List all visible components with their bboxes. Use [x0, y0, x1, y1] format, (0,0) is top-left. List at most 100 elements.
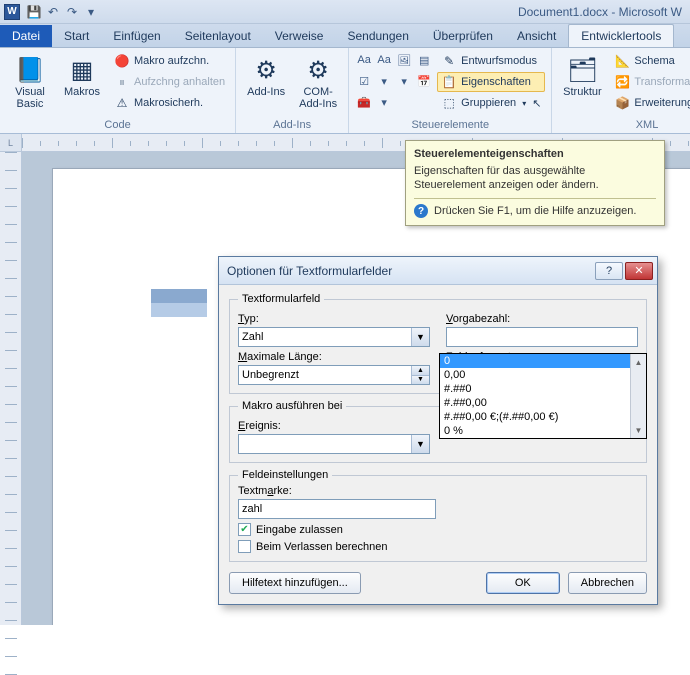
format-dropdown-list[interactable]: 0 0,00 #.##0 #.##0,00 #.##0,00 €;(#.##0,…	[439, 353, 647, 439]
scroll-down-icon[interactable]: ▼	[631, 422, 646, 438]
legend-settings: Feldeinstellungen	[238, 469, 332, 481]
properties-tooltip: Steuerelementeigenschaften Eigenschaften…	[405, 140, 665, 226]
format-option[interactable]: #.##0,00 €;(#.##0,00 €)	[440, 410, 646, 424]
qat-customize-icon[interactable]: ▾	[83, 4, 99, 20]
form-field-selection[interactable]	[151, 289, 207, 317]
calc-on-exit-checkbox[interactable]: Beim Verlassen berechnen	[238, 540, 638, 553]
design-icon: ✎	[441, 53, 457, 69]
tab-review[interactable]: Überprüfen	[421, 25, 505, 47]
format-option[interactable]: 0 %	[440, 424, 646, 438]
dialog-title: Optionen für Textformularfelder	[227, 264, 392, 278]
legend-macro: Makro ausführen bei	[238, 400, 346, 412]
checkbox-icon: ✔	[238, 523, 251, 536]
tab-layout[interactable]: Seitenlayout	[173, 25, 263, 47]
format-option[interactable]: 0,00	[440, 368, 646, 382]
addins-button[interactable]: ⚙ Add-Ins	[242, 51, 290, 101]
dialog-close-button[interactable]: ✕	[625, 262, 653, 280]
spinner-down-icon[interactable]: ▼	[411, 376, 429, 385]
group-label-addins: Add-Ins	[242, 118, 342, 132]
design-mode-button[interactable]: ✎Entwurfsmodus	[437, 51, 545, 71]
tab-view[interactable]: Ansicht	[505, 25, 568, 47]
addins-icon: ⚙	[250, 54, 282, 86]
dialog-help-button[interactable]: ?	[595, 262, 623, 280]
visual-basic-icon: 📘	[14, 54, 46, 86]
tab-selector[interactable]: L	[0, 134, 22, 152]
visual-basic-button[interactable]: 📘 Visual Basic	[6, 51, 54, 113]
schema-button[interactable]: 📐Schema	[610, 51, 690, 71]
tooltip-body: Eigenschaften für das ausgewählte Steuer…	[414, 164, 656, 192]
expansion-packs-button[interactable]: 📦Erweiterungspakete	[610, 93, 690, 113]
window-title: Document1.docx - Microsoft W	[518, 5, 686, 19]
dialog-titlebar[interactable]: Optionen für Textformularfelder ? ✕	[219, 257, 657, 285]
type-label: Typ:	[238, 313, 430, 325]
picture-control-icon[interactable]: 🖼	[395, 51, 413, 69]
record-macro-button[interactable]: 🔴Makro aufzchn.	[110, 51, 229, 71]
tab-file[interactable]: Datei	[0, 25, 52, 47]
dropdown-control-icon[interactable]: ▾	[395, 72, 413, 90]
group-code: 📘 Visual Basic ▦ Makros 🔴Makro aufzchn. …	[0, 48, 236, 133]
tab-mailings[interactable]: Sendungen	[335, 25, 420, 47]
tooltip-title: Steuerelementeigenschaften	[414, 148, 656, 160]
properties-button[interactable]: 📋Eigenschaften	[437, 72, 545, 92]
combobox-control-icon[interactable]: ▾	[375, 72, 393, 90]
tab-start[interactable]: Start	[52, 25, 101, 47]
richtext-control-icon[interactable]: Aa	[355, 51, 373, 69]
scroll-up-icon[interactable]: ▲	[631, 354, 646, 370]
dropdown-scrollbar[interactable]: ▲ ▼	[630, 354, 646, 438]
pause-recording-button: ⏸Aufzchng anhalten	[110, 72, 229, 92]
com-addins-button[interactable]: ⚙ COM- Add-Ins	[294, 51, 342, 113]
quick-access-toolbar: 💾 ↶ ↷ ▾	[26, 4, 99, 20]
group-label-code: Code	[6, 118, 229, 132]
legacy-tools-icon[interactable]: 🧰	[355, 93, 373, 111]
cursor-icon: ↖	[532, 97, 541, 110]
bookmark-label: Textmarke:	[238, 485, 436, 497]
chevron-down-icon: ▾	[522, 99, 526, 108]
properties-icon: 📋	[441, 74, 457, 90]
default-number-input[interactable]	[446, 327, 638, 347]
transformation-button: 🔁Transformation	[610, 72, 690, 92]
transform-icon: 🔁	[614, 74, 630, 90]
default-number-label: Vorgabezahl:	[446, 313, 638, 325]
tab-developer[interactable]: Entwicklertools	[568, 24, 674, 47]
macro-security-button[interactable]: ⚠Makrosicherh.	[110, 93, 229, 113]
macros-button[interactable]: ▦ Makros	[58, 51, 106, 101]
ok-button[interactable]: OK	[486, 572, 560, 594]
redo-icon[interactable]: ↷	[64, 4, 80, 20]
legend-field: Textformularfeld	[238, 293, 324, 305]
type-combo[interactable]: Zahl ▼	[238, 327, 430, 347]
format-option[interactable]: #.##0,00	[440, 396, 646, 410]
buildingblock-control-icon[interactable]: ▤	[415, 51, 433, 69]
undo-icon[interactable]: ↶	[45, 4, 61, 20]
add-help-text-button[interactable]: Hilfetext hinzufügen...	[229, 572, 361, 594]
spinner-up-icon[interactable]: ▲	[411, 366, 429, 376]
group-controls: Aa Aa 🖼 ▤ ☑ ▾ ▾ 📅 🧰 ▾ ✎Entwurfsmodus	[349, 48, 552, 133]
expansion-icon: 📦	[614, 95, 630, 111]
structure-button[interactable]: 🗂 Struktur	[558, 51, 606, 101]
event-label: Ereignis:	[238, 420, 430, 432]
record-icon: 🔴	[114, 53, 130, 69]
legacy-dropdown-icon[interactable]: ▾	[375, 93, 393, 111]
event-combo[interactable]: ▼	[238, 434, 430, 454]
app-icon: W	[4, 4, 20, 20]
save-icon[interactable]: 💾	[26, 4, 42, 20]
maxlen-spinner[interactable]: Unbegrenzt ▲▼	[238, 365, 430, 385]
ribbon-tabs: Datei Start Einfügen Seitenlayout Verwei…	[0, 24, 690, 48]
tab-references[interactable]: Verweise	[263, 25, 336, 47]
group-xml: 🗂 Struktur 📐Schema 🔁Transformation 📦Erwe…	[552, 48, 690, 133]
vertical-ruler[interactable]	[0, 152, 22, 625]
title-bar: W 💾 ↶ ↷ ▾ Document1.docx - Microsoft W	[0, 0, 690, 24]
ribbon: 📘 Visual Basic ▦ Makros 🔴Makro aufzchn. …	[0, 48, 690, 134]
checkbox-icon	[238, 540, 251, 553]
chevron-down-icon[interactable]: ▼	[411, 435, 429, 453]
tab-insert[interactable]: Einfügen	[101, 25, 172, 47]
cancel-button[interactable]: Abbrechen	[568, 572, 647, 594]
chevron-down-icon[interactable]: ▼	[411, 328, 429, 346]
enable-input-checkbox[interactable]: ✔ Eingabe zulassen	[238, 523, 638, 536]
group-button[interactable]: ⬚Gruppieren▾↖	[437, 93, 545, 113]
plaintext-control-icon[interactable]: Aa	[375, 51, 393, 69]
date-control-icon[interactable]: 📅	[415, 72, 433, 90]
format-option[interactable]: 0	[440, 354, 646, 368]
bookmark-input[interactable]: zahl	[238, 499, 436, 519]
checkbox-control-icon[interactable]: ☑	[355, 72, 373, 90]
format-option[interactable]: #.##0	[440, 382, 646, 396]
